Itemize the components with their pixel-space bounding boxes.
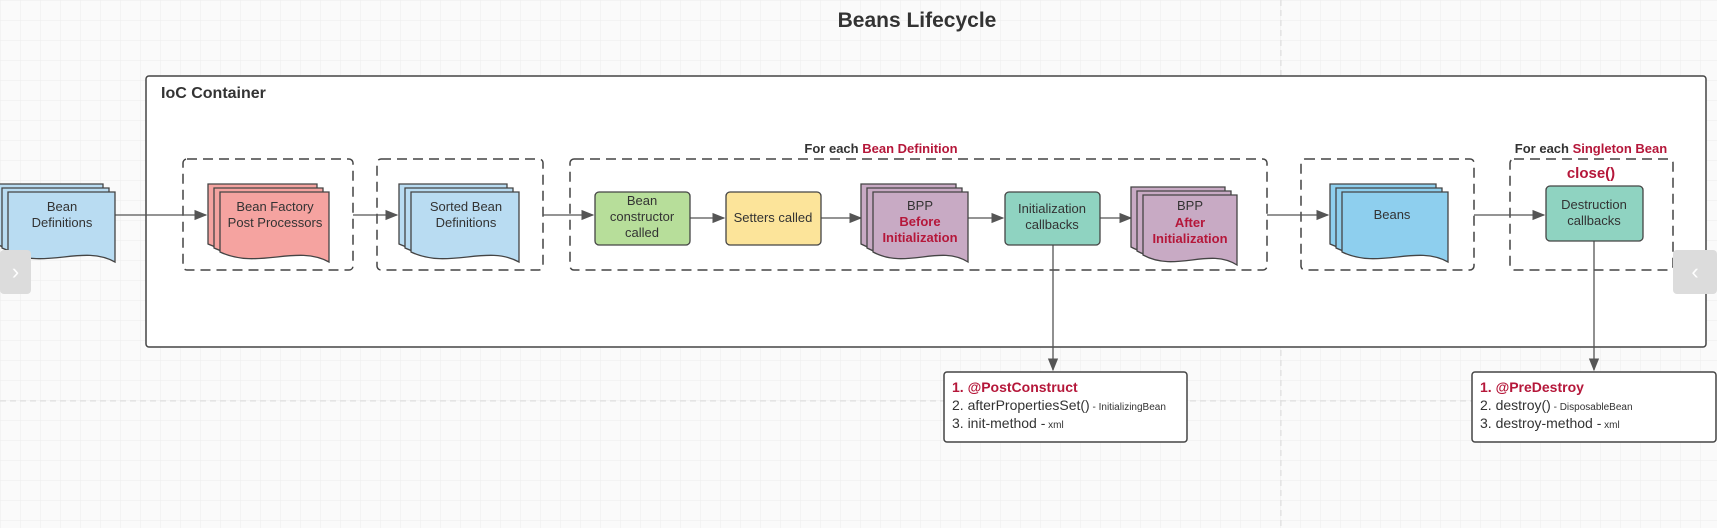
close-label: close(): [1567, 165, 1615, 182]
chevron-right-icon: ›: [11, 259, 20, 284]
beans-node[interactable]: [1329, 183, 1449, 264]
for-each-bean-definition-label: For each Bean Definition: [804, 141, 957, 156]
page-title: Beans Lifecycle: [838, 9, 997, 32]
prev-slide-button[interactable]: ›: [0, 250, 31, 294]
document-shape-layer: [1341, 191, 1449, 264]
diagram-canvas: Beans Lifecycle IoC Container For each B…: [0, 0, 1717, 528]
next-slide-button[interactable]: ‹: [1673, 250, 1717, 294]
ioc-container-label: IoC Container: [161, 85, 266, 102]
destruction-callbacks-label: Destruction callbacks: [1561, 197, 1627, 228]
beans-label: Beans: [1374, 207, 1411, 222]
chevron-left-icon: ‹: [1691, 259, 1699, 284]
bfpp-label: Bean Factory Post Processors: [228, 199, 323, 230]
for-each-singleton-label: For each Singleton Bean: [1515, 141, 1667, 156]
init-item-1: 1. @PostConstruct: [952, 379, 1078, 395]
setters-label: Setters called: [734, 210, 813, 225]
destroy-item-1: 1. @PreDestroy: [1480, 379, 1584, 395]
sorted-label: Sorted Bean Definitions: [430, 199, 502, 230]
destroy-item-3: 3. destroy-method - xml: [1480, 415, 1620, 431]
init-callbacks-label: Initialization callbacks: [1018, 201, 1086, 232]
